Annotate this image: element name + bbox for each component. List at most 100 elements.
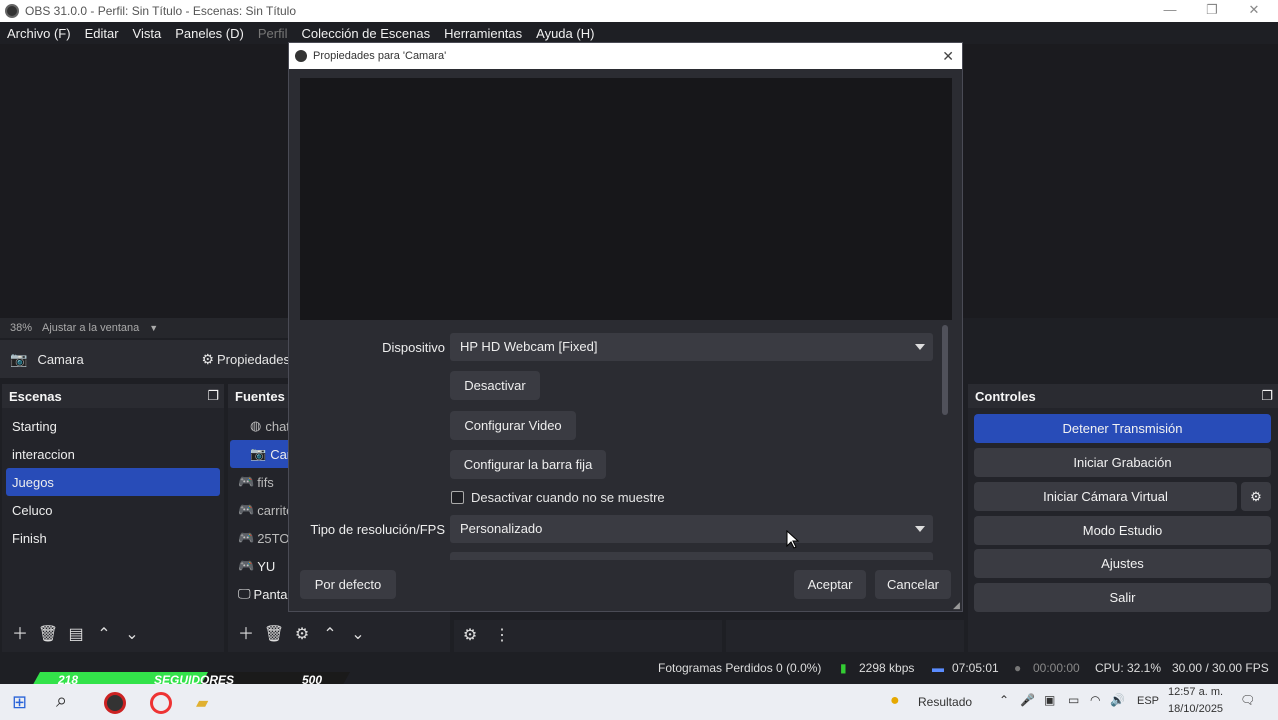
wifi-icon[interactable]: ◠ [1090,693,1100,707]
zoom-fit-dropdown[interactable]: Ajustar a la ventana [42,322,139,334]
scene-item[interactable]: Starting [2,412,224,440]
close-window-button[interactable]: ✕ [1232,0,1276,22]
preview-zoom-bar: 38% Ajustar a la ventana ▼ [0,318,290,338]
windows-taskbar: ⊞ ⌕ ▰ ● Resultado ⌃ 🎤 ▣ ▭ ◠ 🔊 ESP 12:57 … [0,684,1278,720]
battery-icon[interactable]: ▭ [1068,693,1079,707]
scene-item[interactable]: Celuco [2,496,224,524]
folder-icon[interactable]: ▰ [196,693,208,713]
volume-icon[interactable]: 🔊 [1110,693,1125,707]
dialog-titlebar: Propiedades para 'Camara' ✕ [289,43,962,69]
trash-icon[interactable]: 🗑 [262,623,286,647]
selected-source-name: Camara [37,351,84,367]
chevron-up-icon[interactable]: ⌃ [999,693,1009,707]
menu-vista[interactable]: Vista [126,26,169,41]
clock-date[interactable]: 18/10/2025 [1168,703,1223,715]
scrollbar-thumb[interactable] [942,325,948,415]
menu-ayuda[interactable]: Ayuda (H) [529,26,601,41]
scenes-dock: Escenas ❐ Starting interaccion Juegos Ce… [2,384,224,652]
window-title: OBS 31.0.0 - Perfil: Sin Título - Escena… [25,4,297,18]
stream-icon: ▬ [932,661,944,675]
cpu-usage: CPU: 32.1% [1095,661,1162,675]
device-label: Dispositivo [382,340,445,355]
cancel-button[interactable]: Cancelar [875,570,951,599]
opera-icon[interactable] [150,692,172,714]
stop-stream-button[interactable]: Detener Transmisión [974,414,1271,443]
notifications-icon[interactable]: 🗨 [1240,693,1255,707]
trash-icon[interactable]: 🗑 [36,623,60,647]
dropped-frames: Fotogramas Perdidos 0 (0.0%) [658,661,822,675]
obs-logo-icon [5,4,19,18]
maximize-button[interactable]: ❐ [1190,0,1234,22]
deactivate-when-hidden-checkbox[interactable]: Desactivar cuando no se muestre [451,490,665,505]
arrow-up-icon[interactable]: ⌃ [92,623,116,647]
more-vertical-icon[interactable]: ⋮ [490,624,514,648]
settings-button[interactable]: Ajustes [974,549,1271,578]
mouse-cursor-icon [786,530,800,549]
signal-icon: ▮ [840,661,847,675]
resize-grip-icon[interactable]: ◢ [953,600,960,611]
deactivate-button[interactable]: Desactivar [450,371,540,400]
properties-dialog: Propiedades para 'Camara' ✕ Dispositivo … [288,42,963,612]
scene-item[interactable]: Finish [2,524,224,552]
arrow-up-icon[interactable]: ⌃ [318,623,342,647]
menu-archivo[interactable]: Archivo (F) [0,26,78,41]
transitions-dock [726,620,964,652]
properties-button[interactable]: Propiedades [217,352,290,367]
menu-paneles[interactable]: Paneles (D) [168,26,251,41]
window-titlebar: OBS 31.0.0 - Perfil: Sin Título - Escena… [0,0,1278,22]
resolution-type-label: Tipo de resolución/FPS [310,522,445,537]
obs-taskbar-icon[interactable] [104,692,126,714]
scenes-header: Escenas ❐ [2,384,224,408]
menu-editar[interactable]: Editar [78,26,126,41]
add-scene-icon[interactable]: ＋ [8,623,32,647]
resolution-type-select[interactable]: Personalizado [450,515,933,543]
scene-item[interactable]: interaccion [2,440,224,468]
ok-button[interactable]: Aceptar [794,570,866,599]
checkbox-box[interactable] [451,491,464,504]
undock-icon[interactable]: ❐ [207,388,219,404]
gears-icon[interactable]: ⚙ [458,624,482,648]
gear-icon[interactable]: ⚙ [290,623,314,647]
menu-perfil[interactable]: Perfil [251,26,295,41]
arrow-down-icon[interactable]: ⌄ [120,623,144,647]
tray-app-icon[interactable]: ▣ [1044,693,1055,707]
chevron-down-icon [915,344,925,350]
device-select[interactable]: HP HD Webcam [Fixed] [450,333,933,361]
start-recording-button[interactable]: Iniciar Grabación [974,448,1271,477]
menu-herramientas[interactable]: Herramientas [437,26,529,41]
browser-icon: ◍ [250,418,262,433]
menu-coleccion[interactable]: Colección de Escenas [294,26,437,41]
dialog-title: Propiedades para 'Camara' [313,50,447,62]
microphone-icon[interactable]: 🎤 [1020,693,1035,707]
studio-mode-button[interactable]: Modo Estudio [974,516,1271,545]
language-indicator[interactable]: ESP [1137,695,1159,707]
chevron-down-icon[interactable]: ▼ [149,323,158,333]
mixer-dock: ⚙ ⋮ [454,620,722,652]
scenes-toolbar: ＋ 🗑 ▤ ⌃ ⌄ [2,620,224,650]
bitrate: 2298 kbps [859,661,915,675]
minimize-button[interactable]: — [1148,0,1192,22]
arrow-down-icon[interactable]: ⌄ [346,623,370,647]
filter-icon[interactable]: ▤ [64,623,88,647]
start-virtual-camera-button[interactable]: Iniciar Cámara Virtual [974,482,1237,511]
gamepad-icon: 🎮 [238,502,255,517]
close-icon[interactable]: ✕ [942,48,954,65]
windows-start-icon[interactable]: ⊞ [12,692,27,713]
gear-icon: ⚙ [201,350,214,367]
zoom-level: 38% [10,322,33,334]
clock-time[interactable]: 12:57 a. m. [1168,686,1223,698]
configure-crossbar-button[interactable]: Configurar la barra fija [450,450,606,479]
menubar: Archivo (F) Editar Vista Paneles (D) Per… [0,22,1278,44]
weather-text[interactable]: Resultado [918,695,972,709]
scene-item-selected[interactable]: Juegos [6,468,220,496]
defaults-button[interactable]: Por defecto [300,570,396,599]
search-icon[interactable]: ⌕ [56,690,67,713]
virtual-cam-settings-gear-icon[interactable]: ⚙ [1241,482,1271,511]
undock-icon[interactable]: ❐ [1261,388,1273,404]
controls-header: Controles ❐ [968,384,1278,408]
exit-button[interactable]: Salir [974,583,1271,612]
configure-video-button[interactable]: Configurar Video [450,411,576,440]
add-source-icon[interactable]: ＋ [234,623,258,647]
gamepad-icon: 🎮 [238,558,255,573]
gamepad-icon: 🎮 [238,474,255,489]
